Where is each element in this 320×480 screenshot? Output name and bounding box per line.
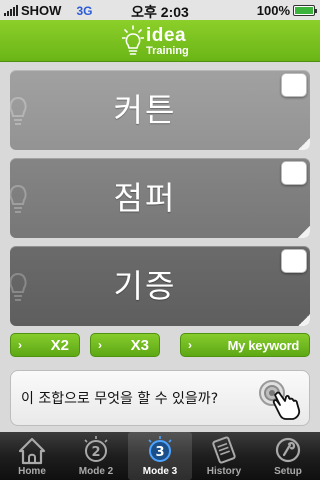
lightbulb-icon — [122, 25, 144, 55]
my-keyword-button-label: My keyword — [227, 338, 300, 353]
tap-hand-icon[interactable] — [255, 377, 303, 421]
tab-home-label: Home — [18, 466, 46, 477]
card-word: 커튼 — [113, 91, 177, 129]
mode3-icon: 3 — [148, 436, 172, 462]
setup-icon — [275, 437, 301, 463]
svg-text:2: 2 — [91, 445, 100, 460]
lock-checkbox[interactable] — [281, 73, 307, 97]
tab-home[interactable]: Home — [0, 432, 64, 480]
word-card-1[interactable]: 커튼 — [10, 70, 310, 150]
word-card-3[interactable]: 기증 — [10, 246, 310, 326]
tab-mode-2-label: Mode 2 — [78, 466, 114, 477]
x2-button[interactable]: › X2 — [10, 333, 80, 357]
tab-bar: Home 2 Mode 2 3 Mode 3 History Setup — [0, 432, 320, 480]
svg-text:3: 3 — [155, 445, 164, 460]
x3-button-label: X3 — [130, 337, 149, 354]
question-panel[interactable]: 이 조합으로 무엇을 할 수 있을까? — [10, 370, 310, 426]
tab-setup-label: Setup — [274, 466, 302, 477]
lock-checkbox[interactable] — [281, 161, 307, 185]
chevron-right-icon: › — [188, 338, 192, 352]
main-content: 커튼 점퍼 기증 › X2 › X3 › My keyword 이 조합으로 무… — [0, 62, 320, 432]
tab-history-label: History — [206, 466, 242, 477]
logo-word: idea — [146, 24, 187, 46]
tab-history[interactable]: History — [192, 432, 256, 480]
home-icon — [18, 437, 46, 465]
battery-percent: 100% — [256, 3, 290, 18]
lock-checkbox[interactable] — [281, 249, 307, 273]
history-icon — [212, 436, 236, 464]
tab-mode-3[interactable]: 3 Mode 3 — [128, 432, 192, 480]
chevron-right-icon: › — [98, 338, 102, 352]
tab-mode-2[interactable]: 2 Mode 2 — [64, 432, 128, 480]
battery-group: 100% — [256, 3, 317, 18]
logo-subtitle: Training — [146, 44, 189, 57]
chevron-right-icon: › — [18, 338, 22, 352]
app-logo: idea Training — [122, 23, 189, 59]
app-header: idea Training — [0, 20, 320, 62]
question-text: 이 조합으로 무엇을 할 수 있을까? — [21, 391, 219, 407]
page-curl — [298, 138, 310, 150]
mode2-icon: 2 — [84, 436, 108, 462]
word-card-2[interactable]: 점퍼 — [10, 158, 310, 238]
page-curl — [298, 226, 310, 238]
tab-mode-3-label: Mode 3 — [142, 466, 178, 477]
my-keyword-button[interactable]: › My keyword — [180, 333, 310, 357]
status-bar: SHOW 3G 오후 2:03 100% — [0, 0, 320, 20]
tab-setup[interactable]: Setup — [256, 432, 320, 480]
card-word: 점퍼 — [113, 179, 177, 217]
card-word: 기증 — [113, 267, 177, 305]
battery-fill — [295, 7, 313, 14]
x2-button-label: X2 — [50, 337, 69, 354]
battery-icon — [293, 5, 317, 16]
x3-button[interactable]: › X3 — [90, 333, 160, 357]
page-curl — [298, 314, 310, 326]
